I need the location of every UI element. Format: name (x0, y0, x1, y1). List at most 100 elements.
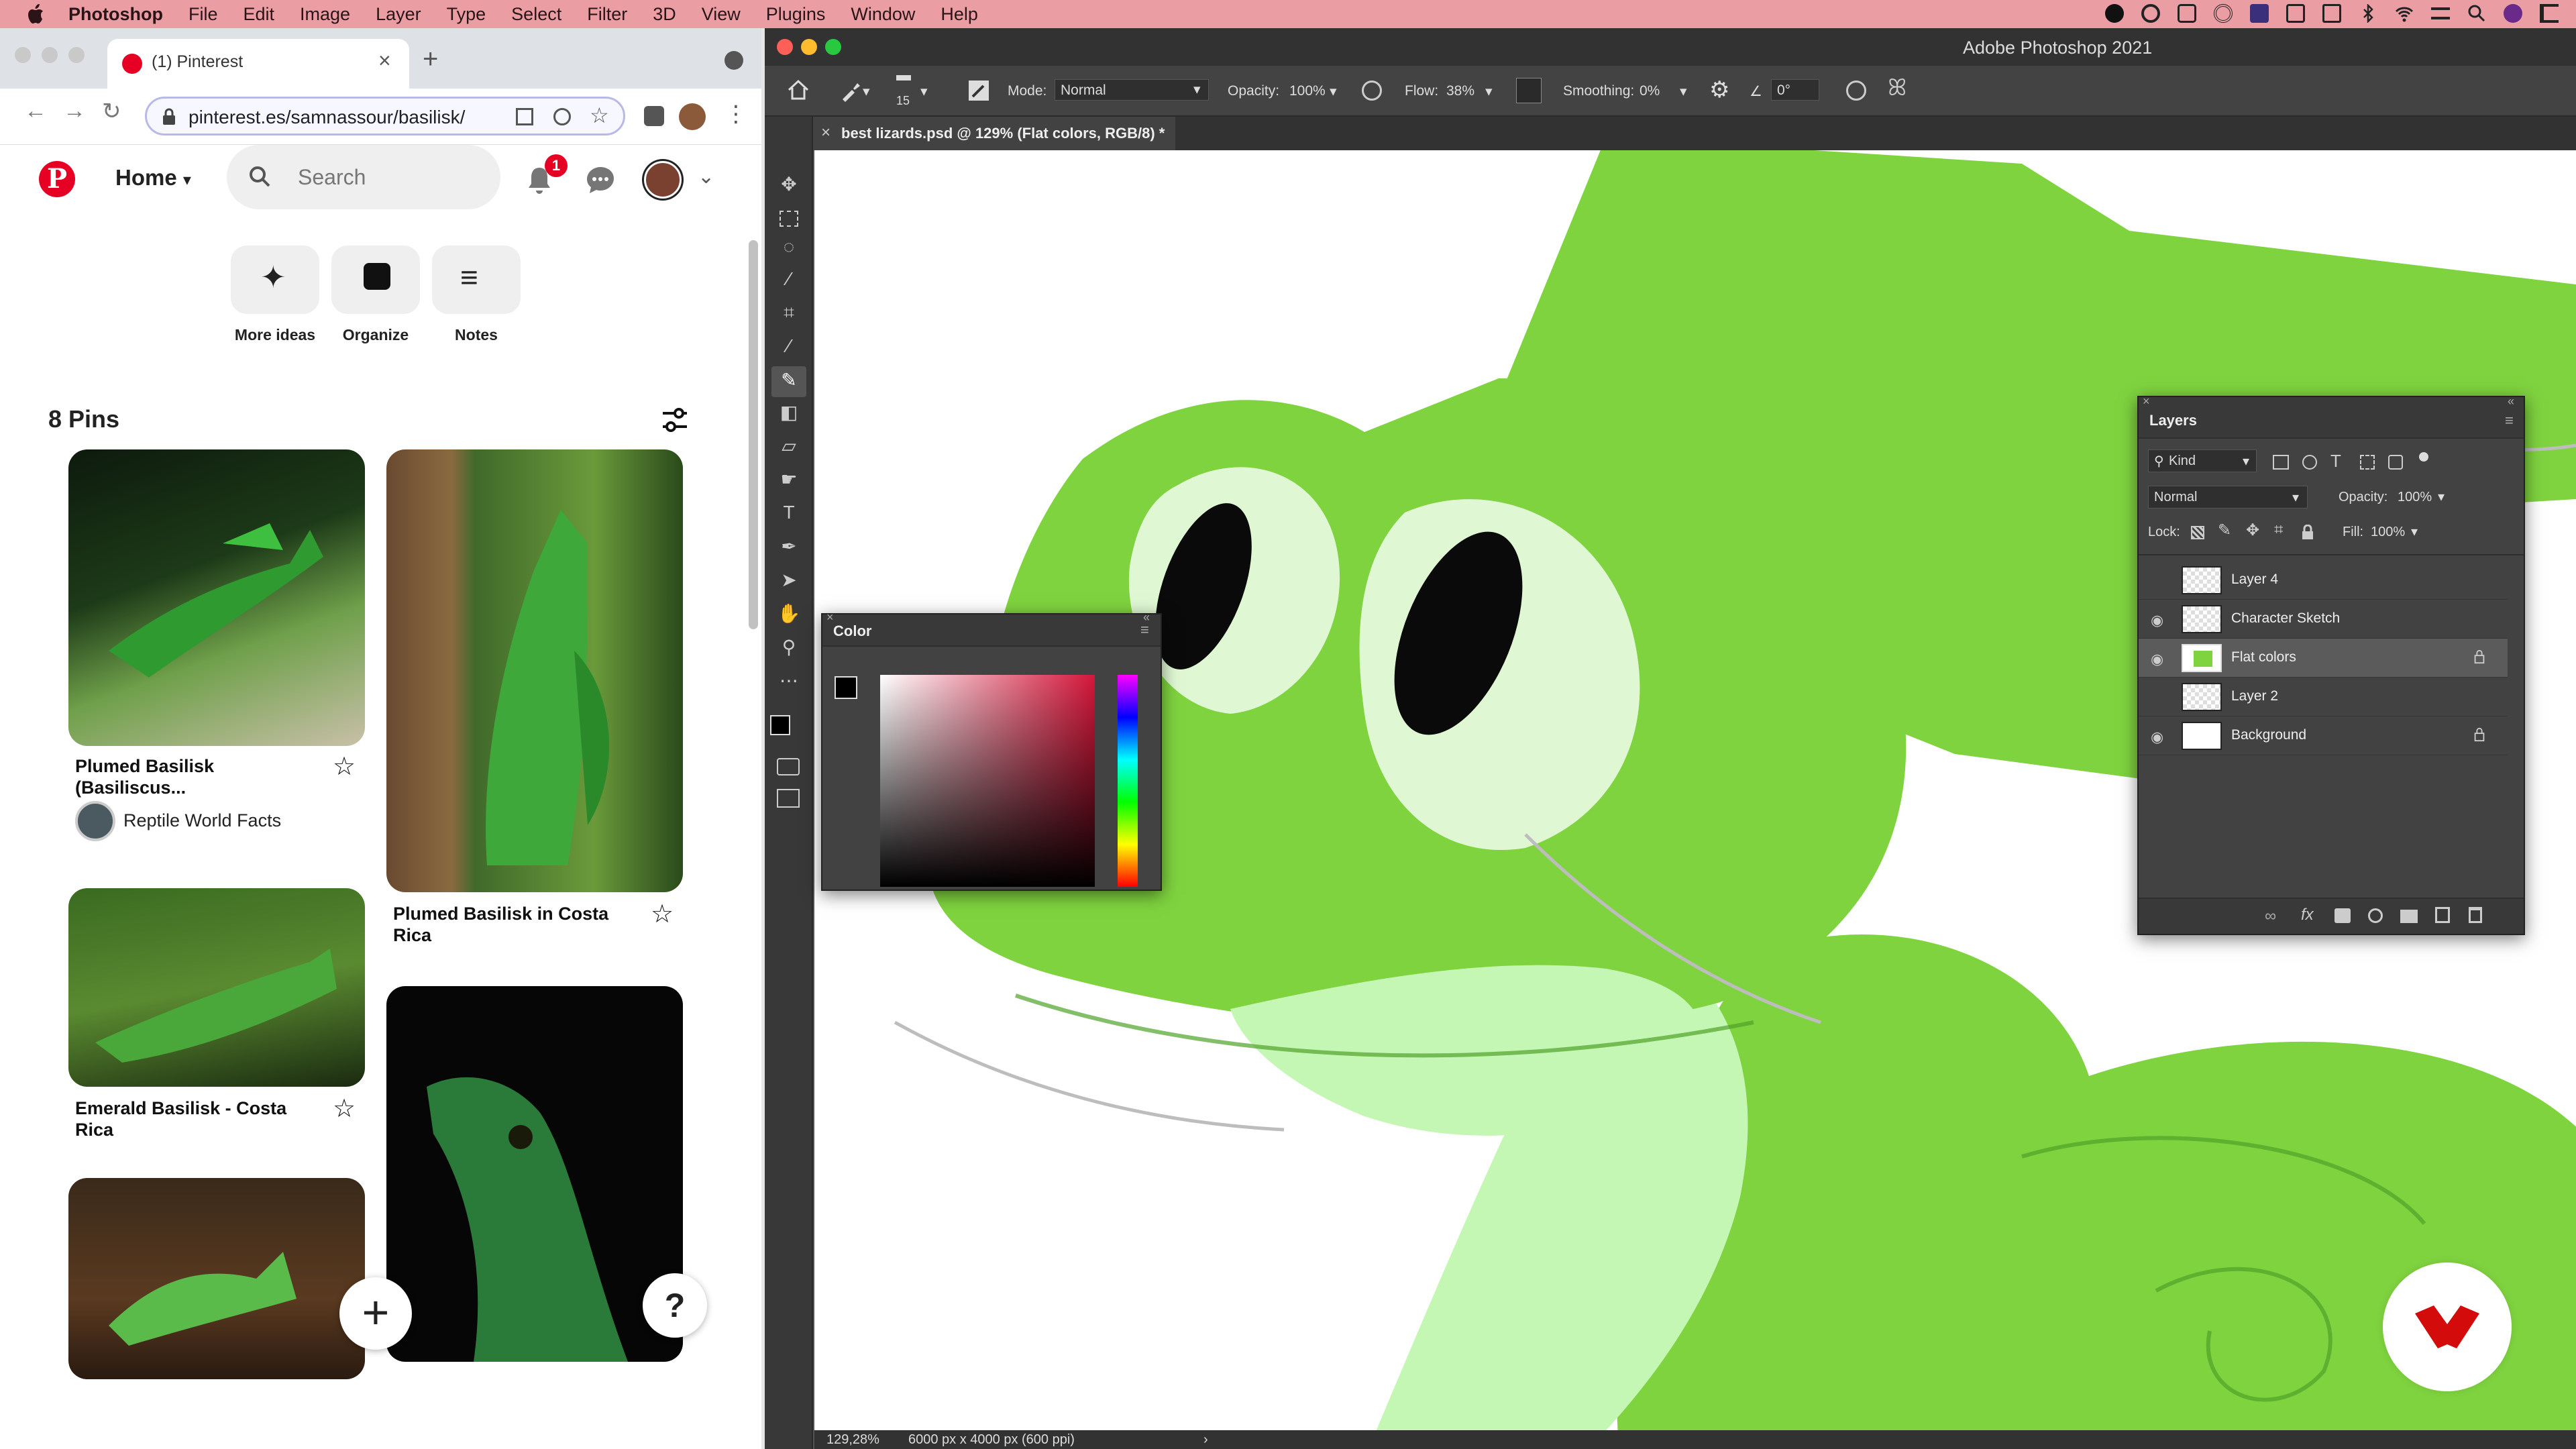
layer-row-background[interactable]: ◉ Background (2139, 716, 2508, 755)
bookmark-star-icon[interactable]: ☆ (590, 103, 609, 128)
pin-title[interactable]: Plumed Basilisk in Costa Rica (393, 903, 635, 946)
more-tools-icon[interactable]: ⋯ (777, 669, 801, 694)
chevron-down-icon[interactable]: ▾ (920, 83, 928, 100)
hue-slider[interactable] (1118, 675, 1138, 887)
home-icon[interactable] (786, 78, 810, 102)
pen-tool-icon[interactable]: ✒ (777, 535, 801, 559)
smoothing-value[interactable]: 0% (1640, 83, 1660, 99)
profile-avatar[interactable] (679, 103, 706, 130)
sync-icon[interactable] (2141, 4, 2160, 23)
close-panel-icon[interactable]: × (826, 610, 834, 625)
chevron-down-icon[interactable]: ▾ (863, 83, 870, 100)
new-group-folder-icon[interactable] (2400, 910, 2418, 923)
filter-smart-objects-icon[interactable] (2388, 455, 2403, 470)
visibility-off-icon[interactable] (2151, 690, 2167, 704)
layer-opacity-value[interactable]: 100% (2398, 490, 2432, 505)
filter-type-layers-icon[interactable]: T (2330, 451, 2341, 472)
forward-icon[interactable]: → (63, 98, 86, 124)
menu-view[interactable]: View (702, 4, 741, 25)
screen-mode-icon[interactable] (777, 789, 800, 808)
chevron-down-icon[interactable]: ▾ (1680, 83, 1687, 100)
brush-size-value[interactable]: 15 (896, 94, 910, 108)
notes-button[interactable]: ≡ (432, 246, 521, 314)
menu-file[interactable]: File (189, 4, 218, 25)
adjustment-layer-icon[interactable] (2368, 908, 2383, 923)
filter-shape-layers-icon[interactable] (2360, 455, 2375, 470)
lock-all-icon[interactable] (2301, 525, 2314, 541)
layer-row-character-sketch[interactable]: ◉ Character Sketch (2139, 600, 2508, 639)
layer-style-fx-icon[interactable]: fx (2301, 906, 2314, 924)
blend-mode-select[interactable]: Normal ▾ (2148, 486, 2308, 508)
pin-title[interactable]: Plumed Basilisk (Basiliscus... (75, 755, 317, 798)
document-tab[interactable]: × best lizards.psd @ 129% (Flat colors, … (813, 117, 1175, 150)
reload-icon[interactable]: ↻ (102, 98, 121, 125)
pressure-size-icon[interactable] (1846, 80, 1866, 101)
eyedropper-tool-icon[interactable]: ⁄ (777, 335, 801, 360)
pin-image[interactable] (68, 1178, 365, 1379)
creator-name[interactable]: Reptile World Facts (123, 810, 281, 831)
filter-adjustment-layers-icon[interactable] (2302, 455, 2317, 470)
zoom-tool-icon[interactable]: ⚲ (777, 636, 801, 660)
panel-menu-icon[interactable]: ≡ (1140, 621, 1149, 639)
layer-row-layer-4[interactable]: Layer 4 (2139, 561, 2508, 600)
menu-plugins[interactable]: Plugins (766, 4, 826, 25)
create-pin-button[interactable]: + (339, 1277, 412, 1350)
wifi-icon[interactable] (2395, 4, 2414, 23)
dollar-icon[interactable] (2286, 4, 2305, 23)
record-icon[interactable] (2214, 4, 2233, 23)
layer-row-flat-colors[interactable]: ◉ Flat colors (2139, 639, 2508, 678)
lock-image-pixels-icon[interactable]: ✎ (2218, 521, 2231, 540)
delete-layer-trash-icon[interactable] (2469, 907, 2482, 923)
mode-select[interactable]: Normal ▾ (1055, 79, 1209, 101)
link-layers-icon[interactable]: ∞ (2265, 907, 2276, 926)
more-ideas-button[interactable]: ✦ (231, 246, 319, 314)
menu-app-photoshop[interactable]: Photoshop (68, 4, 163, 25)
window-close-button[interactable] (15, 47, 31, 63)
menu-help[interactable]: Help (941, 4, 978, 25)
qr-code-icon[interactable] (516, 108, 533, 125)
save-star-icon[interactable]: ☆ (651, 899, 674, 929)
menu-window[interactable]: Window (851, 4, 915, 25)
save-star-icon[interactable]: ☆ (333, 1093, 356, 1124)
help-button[interactable]: ? (643, 1273, 707, 1338)
window-minimize-button[interactable] (42, 47, 58, 63)
smoothing-settings-gear-icon[interactable]: ⚙ (1709, 76, 1729, 103)
brush-tool-icon[interactable]: ✎ (771, 366, 806, 397)
add-mask-icon[interactable] (2334, 908, 2351, 923)
creative-cloud-icon[interactable] (2105, 4, 2124, 23)
marquee-tool-icon[interactable] (780, 211, 798, 227)
lasso-tool-icon[interactable]: ◌ (777, 236, 801, 260)
chevron-down-icon[interactable]: ▾ (1485, 83, 1493, 100)
search-input[interactable]: Search (227, 145, 500, 209)
tab-close-icon[interactable]: × (378, 48, 391, 73)
opacity-value[interactable]: 100% (1289, 83, 1326, 99)
apple-menu-icon[interactable] (27, 4, 44, 24)
new-tab-icon[interactable]: + (423, 44, 438, 74)
home-dropdown[interactable]: Home ▾ (115, 165, 191, 191)
menu-layer[interactable]: Layer (376, 4, 421, 25)
address-bar[interactable]: pinterest.es/samnassour/basilisk/ ☆ (145, 97, 625, 136)
color-field-picker[interactable] (880, 675, 1095, 887)
path-selection-tool-icon[interactable]: ➤ (777, 569, 801, 593)
window-zoom-button[interactable] (68, 47, 85, 63)
menu-type[interactable]: Type (447, 4, 486, 25)
paint-bucket-tool-icon[interactable]: ◧ (777, 401, 801, 425)
move-tool-icon[interactable]: ✥ (777, 173, 801, 197)
chevron-down-icon[interactable]: ▾ (2438, 488, 2445, 505)
pin-image[interactable] (68, 449, 365, 746)
flow-value[interactable]: 38% (1446, 83, 1474, 99)
crop-tool-icon[interactable]: ⌗ (777, 302, 801, 326)
menu-edit[interactable]: Edit (244, 4, 275, 25)
window-close-button[interactable] (777, 39, 793, 55)
fill-value[interactable]: 100% (2371, 525, 2405, 540)
account-chevron-icon[interactable]: ⌄ (698, 165, 714, 189)
vertical-scrollbar[interactable] (749, 240, 758, 629)
document-size[interactable]: 6000 px x 4000 px (600 ppi) (908, 1432, 1075, 1448)
menu-filter[interactable]: Filter (587, 4, 627, 25)
airbrush-icon[interactable] (1516, 78, 1542, 103)
collapse-panel-icon[interactable]: « (2508, 394, 2514, 409)
zoom-level[interactable]: 129,28% (826, 1432, 879, 1448)
browser-tab-pinterest[interactable]: (1) Pinterest × (107, 39, 409, 89)
meeting-icon[interactable] (2250, 4, 2269, 23)
status-arrow-icon[interactable]: › (1203, 1432, 1208, 1448)
